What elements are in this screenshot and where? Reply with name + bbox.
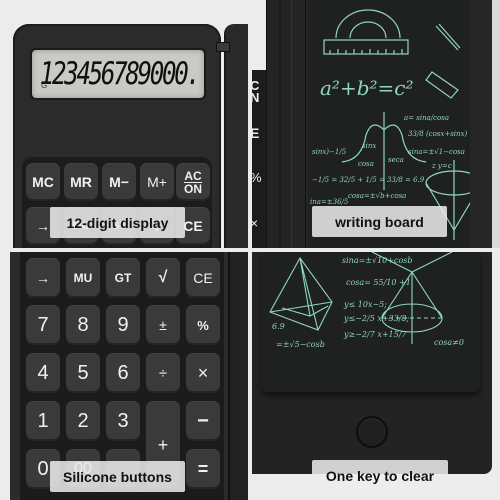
formula-cosa: cosa= 55/10 +1: [346, 278, 411, 287]
formula-zy: z y=c: [432, 162, 452, 170]
key-mu[interactable]: MU: [66, 258, 100, 298]
formula-root: =±√5−cosb: [276, 340, 325, 349]
key-percent[interactable]: %: [186, 305, 220, 345]
side-key-percent: %: [252, 170, 262, 185]
key-on-label: ON: [184, 181, 202, 196]
formula-pythagoras: a²+b²=c²: [320, 76, 414, 100]
key-mr[interactable]: MR: [64, 163, 98, 201]
caption-display: 12-digit display: [50, 207, 185, 238]
formula-ineq-3: y≥−2/7 x+15/7: [344, 330, 407, 339]
hinge-side: [228, 252, 248, 500]
key-mc[interactable]: MC: [26, 163, 60, 201]
ruler-icon: [323, 39, 409, 55]
key-equals[interactable]: =: [186, 449, 220, 489]
key-ce[interactable]: CE: [186, 258, 220, 298]
key-sqrt[interactable]: √: [146, 258, 180, 298]
pencil-icon: [435, 23, 461, 51]
eraser-icon: [425, 71, 459, 99]
caption-clear-key: One key to clear: [312, 460, 448, 491]
caption-silicone-buttons: Silicone buttons: [50, 461, 185, 492]
key-multiply[interactable]: ×: [186, 353, 220, 393]
formula-value: 6.9: [272, 322, 285, 331]
key-7[interactable]: 7: [26, 305, 60, 345]
key-plus-minus[interactable]: ±: [146, 305, 180, 345]
hinge: [216, 24, 248, 248]
board-edge: [492, 0, 500, 248]
key-m-minus[interactable]: M−: [102, 163, 136, 201]
protractor-icon: [335, 9, 401, 39]
side-keys-strip: CN E % ×: [252, 70, 266, 248]
key-gt[interactable]: GT: [106, 258, 140, 298]
key-4[interactable]: 4: [26, 353, 60, 393]
panel-clear-key: sina=±√10+cosb cosa= 55/10 +1 y≤ 10x−5; …: [252, 252, 500, 500]
key-2[interactable]: 2: [66, 401, 100, 441]
formula-cos-sin: 33/8 (cosx+sinx): [408, 130, 468, 138]
key-arrow[interactable]: →: [26, 258, 60, 298]
formula-label-sinx: sinx: [362, 142, 377, 150]
key-ac-on[interactable]: AC ON: [176, 163, 210, 201]
key-ac-label: AC: [184, 168, 202, 183]
formula-sinx: sinx)−1/5: [312, 148, 347, 156]
caption-writing-board: writing board: [312, 206, 447, 237]
formula-ineq-2: y≤−2/5 x+33/8;: [344, 314, 410, 323]
formula-label-seca: seca: [388, 156, 404, 164]
side-key-ac-on: CN: [252, 78, 260, 105]
formula-ina: ina=±36/5: [310, 198, 349, 206]
panel-silicone-buttons: → MU GT √ CE 7 8 9 ± % 4 5 6 ÷ × 1 2 3 +…: [0, 252, 248, 500]
key-divide[interactable]: ÷: [146, 353, 180, 393]
formula-sina: sina=±√1−cosa: [408, 148, 465, 156]
key-6[interactable]: 6: [106, 353, 140, 393]
panel-display: G 123456789000. MC MR M− M+ AC ON → MU G…: [0, 0, 248, 248]
formula-tan: a= sina/cosa: [404, 114, 450, 122]
clear-button[interactable]: [356, 416, 388, 448]
key-5[interactable]: 5: [66, 353, 100, 393]
key-1[interactable]: 1: [26, 401, 60, 441]
lcd-digits: 123456789000.: [40, 56, 201, 92]
pyramid-icon: [269, 256, 333, 331]
board-frame: sina=±√10+cosb cosa= 55/10 +1 y≤ 10x−5; …: [252, 252, 492, 474]
formula-label-cosa: cosa: [358, 160, 374, 168]
key-3[interactable]: 3: [106, 401, 140, 441]
formula-fractions: −1/5 = 32/5 + 1/5 = 33/8 = 6.9: [312, 176, 425, 184]
lcd-display: G 123456789000.: [30, 48, 206, 100]
side-key-multiply: ×: [252, 215, 259, 231]
formula-sina: sina=±√10+cosb: [342, 256, 413, 265]
formula-ineq-1: y≤ 10x−5;: [344, 300, 387, 309]
side-key-ce: E: [252, 125, 260, 141]
key-8[interactable]: 8: [66, 305, 100, 345]
lcd-writing-surface[interactable]: sina=±√10+cosb cosa= 55/10 +1 y≤ 10x−5; …: [262, 252, 480, 392]
formula-cosa-neq: cosa≠0: [434, 338, 464, 347]
key-m-plus[interactable]: M+: [140, 163, 174, 201]
formula-cosa: cosa=±√b+cosa: [348, 192, 407, 200]
hinge-rail: [266, 0, 306, 248]
hinge-clip: [216, 42, 230, 52]
panel-writing-board: CN E % × a²+b²=c² a=: [252, 0, 500, 248]
key-9[interactable]: 9: [106, 305, 140, 345]
key-minus[interactable]: −: [186, 401, 220, 441]
